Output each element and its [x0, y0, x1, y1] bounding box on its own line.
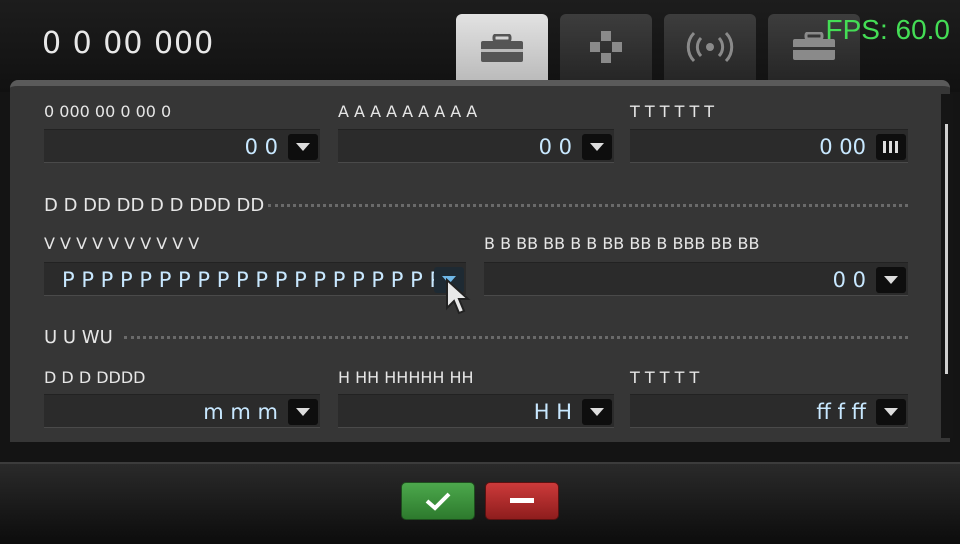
page-title: 0 0 00 000	[42, 26, 215, 61]
dropdown-arrow-icon	[296, 408, 310, 416]
wireless-icon	[686, 31, 734, 63]
dropdown-button[interactable]	[582, 399, 612, 425]
minus-icon	[510, 498, 534, 503]
fps-counter: FPS: 60.0	[825, 14, 950, 45]
confirm-button[interactable]	[401, 482, 475, 520]
field-value: m m m	[203, 400, 278, 424]
dropdown-button[interactable]	[288, 399, 318, 425]
cancel-button[interactable]	[485, 482, 559, 520]
checkmark-icon	[425, 492, 451, 511]
dropdown-button[interactable]	[288, 134, 318, 160]
keypad-field[interactable]: 0 00	[630, 129, 908, 163]
field-value: 0 0	[538, 135, 572, 159]
scrollbar[interactable]	[941, 94, 953, 438]
field-label: B B BB BB B B BB BB B BBB BB BB	[484, 234, 760, 253]
dropdown-arrow-icon	[590, 408, 604, 416]
section-divider	[124, 336, 908, 339]
field-value: 0 0	[244, 135, 278, 159]
dropdown-field[interactable]: m m m	[44, 394, 320, 428]
dropdown-button[interactable]	[876, 399, 906, 425]
keypad-button[interactable]	[876, 134, 906, 160]
dropdown-arrow-icon	[590, 143, 604, 151]
gamepad-icon	[590, 31, 622, 63]
field-value: 0 0	[832, 268, 866, 292]
tab-gamepad[interactable]	[560, 14, 652, 80]
mouse-cursor-icon	[446, 278, 471, 315]
field-label: D D D DDDD	[44, 368, 146, 387]
field-label: V V V V V V V V V V	[44, 234, 200, 253]
tab-wireless[interactable]	[664, 14, 756, 80]
field-value: P P P P P P P P P P P P P P P P P P P P	[62, 268, 443, 292]
tab-toolbox[interactable]	[456, 14, 548, 84]
field-value: ff f ff	[816, 400, 866, 424]
section-header: U U WU	[44, 327, 113, 348]
dropdown-field[interactable]: 0 0	[484, 262, 908, 296]
dropdown-field[interactable]: 0 0	[44, 129, 320, 163]
section-divider	[268, 204, 908, 207]
dropdown-button[interactable]	[876, 267, 906, 293]
field-label: A A A A A A A A A	[338, 102, 478, 121]
bottom-bar	[0, 462, 960, 544]
dropdown-arrow-icon	[296, 143, 310, 151]
field-label: 0 000 00 0 00 0	[44, 102, 172, 121]
dropdown-field[interactable]: P P P P P P P P P P P P P P P P P P P P	[44, 262, 466, 296]
scrollbar-thumb[interactable]	[945, 124, 948, 374]
section-header: D D DD DD D D DDD DD	[44, 195, 265, 216]
keypad-icon	[883, 141, 898, 153]
dropdown-arrow-icon	[884, 408, 898, 416]
dropdown-field[interactable]: ff f ff	[630, 394, 908, 428]
dropdown-field[interactable]: H H	[338, 394, 614, 428]
field-label: H HH HHHHH HH	[338, 368, 474, 387]
dropdown-field[interactable]: 0 0	[338, 129, 614, 163]
field-label: T T T T T T	[630, 102, 715, 121]
field-value: H H	[533, 400, 572, 424]
toolbox-icon	[481, 34, 523, 62]
dropdown-arrow-icon	[884, 276, 898, 284]
field-value: 0 00	[819, 135, 866, 159]
field-label: T T T T T	[630, 368, 700, 387]
dropdown-button[interactable]	[582, 134, 612, 160]
